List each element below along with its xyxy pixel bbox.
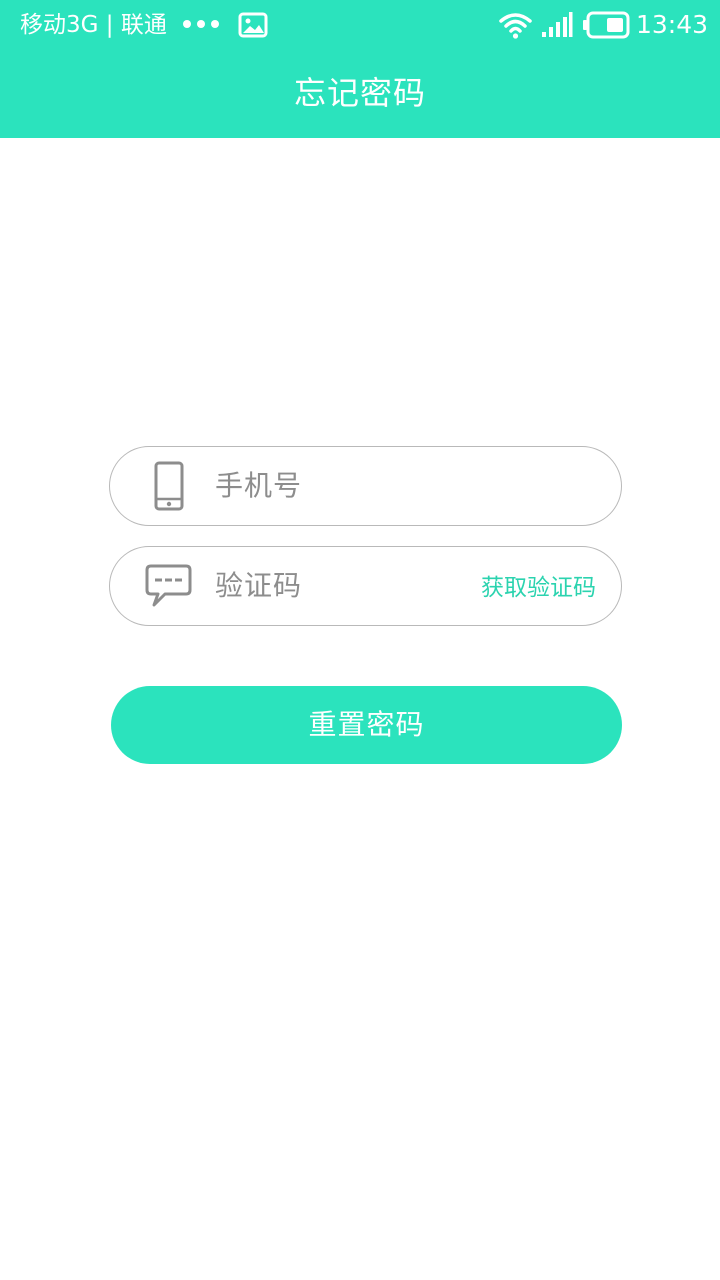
phone-number-field[interactable]: 手机号 [109,446,622,526]
phone-icon [154,461,184,511]
chat-bubble-icon [145,564,192,607]
more-dots-icon [183,20,219,28]
app-header: 移动3G | 联通 13:43 忘记密码 [0,0,720,138]
battery-icon [583,11,630,39]
get-code-button[interactable]: 获取验证码 [481,547,596,624]
page-title: 忘记密码 [293,74,426,112]
image-icon [238,12,268,38]
signal-icon [542,12,573,37]
reset-password-button[interactable]: 重置密码 [111,686,622,764]
phone-number-input[interactable]: 手机号 [215,447,302,524]
verification-code-field[interactable]: 验证码 获取验证码 [109,546,622,626]
forgot-password-screen: 移动3G | 联通 13:43 忘记密码 手机号 验证码 获取验证码 重置密码 [0,0,720,1280]
verification-code-input[interactable]: 验证码 [215,547,302,624]
carrier-label: 移动3G | 联通 [20,12,167,38]
wifi-icon [499,13,532,39]
clock: 13:43 [636,10,709,39]
status-bar: 移动3G | 联通 13:43 [0,0,720,50]
